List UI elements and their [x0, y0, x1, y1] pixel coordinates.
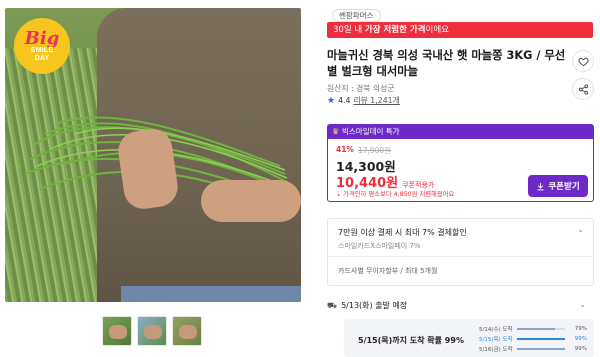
- discount-percent: 41%: [336, 145, 354, 154]
- delivery-item: 5/15(목) 도착 99%: [479, 334, 589, 344]
- review-count-link[interactable]: 리뷰 1,241개: [353, 95, 399, 106]
- wishlist-button[interactable]: [572, 50, 594, 72]
- crown-icon: ♛: [332, 127, 340, 136]
- coupon-download-button[interactable]: 쿠폰받기: [528, 175, 588, 197]
- delivery-distribution: 5/14(수) 도착 79% 5/15(목) 도착 99% 5/16(금) 도착…: [479, 324, 589, 354]
- delivery-bar: [517, 348, 565, 350]
- rating-row[interactable]: ★ 4.4 리뷰 1,241개: [327, 95, 400, 106]
- origin-text: 원산지 : 경북 의성군: [327, 84, 395, 93]
- shipping-date: 5/13(화) 출발 예정: [341, 301, 408, 310]
- download-icon: [537, 182, 544, 190]
- thumbnail-list: [102, 316, 202, 346]
- share-button[interactable]: [572, 78, 594, 100]
- thumbnail-1[interactable]: [102, 316, 132, 346]
- delivery-item-percent: 79%: [574, 326, 587, 332]
- divider: [328, 256, 593, 257]
- badge-smile-text: SMILE: [30, 46, 54, 54]
- price-header: ♛ 빅스마일데이 특가: [328, 125, 593, 139]
- banner-bold: 가장 저렴한 가격: [364, 25, 426, 35]
- price-drop-text: 가격인하 평소보다 4,850원 저렴해졌어요: [343, 191, 455, 198]
- delivery-item-percent: 99%: [574, 336, 587, 342]
- installment-text[interactable]: 카드사별 무이자할부 / 최대 5개월: [338, 266, 437, 276]
- price-box: ♛ 빅스마일데이 특가 41% 17,900원 14,300원 10,440원 …: [327, 124, 594, 202]
- discount-row: 41% 17,900원: [336, 145, 391, 156]
- card-benefit-box[interactable]: 7만원 이상 결제 시 최대 7% 결제할인 ⌄ 스마일카드X스마일페이 7% …: [327, 218, 594, 286]
- delivery-item-label: 5/14(수) 도착: [479, 327, 513, 333]
- price-drop-note: ⇣ 가격인하 평소보다 4,850원 저렴해졌어요: [336, 189, 454, 198]
- delivery-bar: [517, 328, 565, 330]
- banner-pre: 30일 내: [333, 25, 365, 35]
- badge-day-text: DAY: [34, 54, 50, 62]
- banner-post: 이에요: [425, 25, 450, 35]
- coupon-button-label: 쿠폰받기: [548, 182, 580, 192]
- rating-score: 4.4: [338, 96, 351, 105]
- main-product-image[interactable]: Big SMILE DAY: [5, 8, 301, 302]
- price-header-label: 빅스마일데이 특가: [342, 127, 400, 136]
- badge-big-text: Big: [24, 27, 60, 49]
- delivery-item: 5/14(수) 도착 79%: [479, 324, 589, 334]
- shipping-row[interactable]: ⛟ 5/13(화) 출발 예정 ⌄: [327, 300, 594, 314]
- share-icon: [578, 83, 588, 95]
- lowest-price-banner: 30일 내 가장 저렴한 가격이에요: [327, 22, 593, 38]
- thumbnail-3[interactable]: [172, 316, 202, 346]
- delivery-prediction-box: 5/15(목)까지 도착 확률 99% 5/14(수) 도착 79% 5/15(…: [344, 319, 594, 357]
- delivery-bar-fill: [517, 338, 565, 340]
- chevron-down-icon[interactable]: ⌄: [577, 225, 584, 234]
- delivery-bar-fill: [517, 348, 565, 350]
- heart-icon: [577, 57, 589, 66]
- right-hand: [201, 180, 301, 222]
- delivery-item-label: 5/15(목) 도착: [479, 337, 513, 343]
- chevron-down-icon[interactable]: ⌄: [579, 300, 586, 309]
- big-smile-day-badge: Big SMILE DAY: [14, 18, 70, 74]
- star-icon: ★: [327, 95, 336, 106]
- truck-icon: ⛟: [327, 301, 338, 310]
- delivery-item: 5/16(금) 도착 99%: [479, 344, 589, 354]
- product-title: 마늘귀신 경북 의성 국내산 햇 마늘쫑 3KG / 무선별 벌크형 대서마늘: [327, 49, 566, 78]
- card-promo-text: 7만원 이상 결제 시 최대 7% 결제할인: [338, 228, 467, 237]
- delivery-item-label: 5/16(금) 도착: [479, 347, 513, 353]
- product-page: Big SMILE DAY 쎈팜파머스 30일 내 가장 저렴한 가격이에요 마…: [0, 0, 600, 357]
- jeans: [121, 286, 301, 302]
- delivery-probability: 5/15(목)까지 도착 확률 99%: [358, 336, 464, 345]
- delivery-item-percent: 99%: [574, 346, 587, 352]
- seller-tag[interactable]: 쎈팜파머스: [332, 9, 381, 22]
- thumbnail-2[interactable]: [137, 316, 167, 346]
- delivery-bar: [517, 338, 565, 340]
- card-sub-text: 스마일카드X스마일페이 7%: [338, 242, 421, 250]
- original-price: 17,900원: [357, 146, 392, 155]
- delivery-bar-fill: [517, 328, 555, 330]
